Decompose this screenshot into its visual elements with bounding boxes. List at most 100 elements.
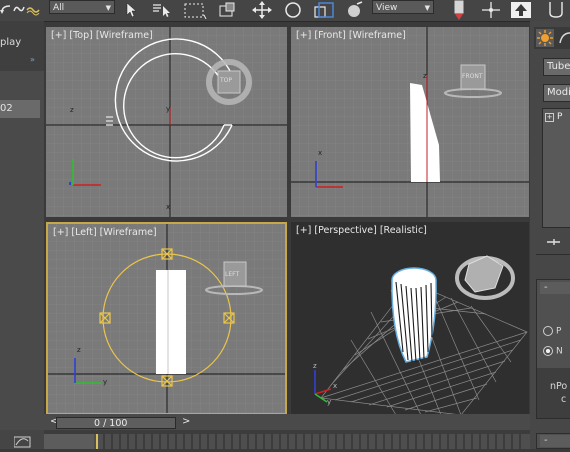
radio-button[interactable]: [543, 326, 553, 336]
modify-icon: [559, 32, 570, 44]
axis-label-y: y: [166, 105, 171, 113]
viewport-front[interactable]: [+] [Front] [Wireframe] FRONT z x: [291, 27, 529, 217]
rollout-collapse-glyph: -: [544, 282, 548, 293]
rollout-text-1: nPo: [550, 381, 568, 392]
use-pivot-center-icon[interactable]: [448, 0, 468, 20]
selection-filter-dropdown[interactable]: All ▼: [49, 0, 115, 14]
snaps-toggle-icon[interactable]: [510, 1, 532, 18]
viewport-point-of-view[interactable]: [Front]: [314, 30, 345, 41]
modifier-stack[interactable]: + P: [542, 108, 570, 228]
viewport-menu-button[interactable]: [+]: [296, 30, 311, 41]
modifier-list-dropdown[interactable]: Modif: [543, 84, 570, 102]
axis-label-y: y: [327, 398, 332, 406]
next-frame-button[interactable]: >: [182, 416, 190, 427]
axis-label-z: z: [77, 346, 81, 354]
left-panel-selected-item[interactable]: 02: [0, 100, 40, 118]
axis-label-z: z: [70, 106, 74, 114]
axis-label-x: x: [333, 382, 338, 390]
viewport-menu-button[interactable]: [+]: [296, 225, 311, 236]
left-panel-header: play »: [0, 21, 44, 71]
viewport-point-of-view[interactable]: [Top]: [69, 30, 92, 41]
command-panel-tabs: [534, 27, 570, 49]
radio-button-selected[interactable]: [543, 346, 553, 356]
select-and-place-icon[interactable]: [345, 0, 365, 18]
rollout-collapse-button[interactable]: -: [540, 282, 570, 294]
modifier-stack-item-label: P: [557, 112, 563, 122]
expand-plus-icon[interactable]: +: [545, 113, 554, 122]
viewport-top[interactable]: [+] [Top] [Wireframe] TOP y z x: [46, 27, 287, 217]
radio-option-2-label: N: [556, 346, 563, 357]
axis-label-x: x: [166, 203, 171, 211]
window-crossing-icon[interactable]: [218, 1, 236, 18]
modifier-stack-item[interactable]: + P: [545, 112, 562, 122]
axis-label-y: y: [103, 378, 108, 386]
viewport-left[interactable]: [+] [Left] [Wireframe] LEFT z y: [46, 222, 287, 415]
secondary-rollout: -: [536, 433, 570, 449]
select-and-rotate-icon[interactable]: [283, 1, 303, 18]
rollout-collapse-glyph: -: [544, 435, 548, 446]
create-tab[interactable]: [536, 29, 554, 47]
bind-space-warp-icon[interactable]: [26, 1, 40, 18]
expand-icon[interactable]: »: [30, 55, 35, 64]
time-slider-thumb[interactable]: 0 / 100: [56, 417, 176, 429]
tube-object-left-view: [156, 270, 186, 374]
pin-stack-icon[interactable]: [546, 237, 562, 247]
viewport-left-canvas: [48, 224, 285, 413]
radio-option-2[interactable]: N: [543, 346, 563, 357]
viewport-front-label[interactable]: [+] [Front] [Wireframe]: [296, 30, 409, 41]
track-bar[interactable]: [44, 430, 530, 449]
select-manipulate-icon[interactable]: [478, 1, 504, 18]
sun-icon: [537, 30, 553, 46]
viewport-shading-mode[interactable]: [Wireframe]: [96, 30, 153, 41]
modify-tab[interactable]: [556, 29, 570, 47]
rollout-subgroup: nPo c: [537, 368, 570, 418]
chevron-down-icon: ▼: [105, 4, 111, 12]
time-slider-frame-display: 0 / 100: [94, 418, 128, 429]
main-toolbar: All ▼ View ▼: [0, 0, 570, 22]
viewport-menu-button[interactable]: [+]: [53, 227, 68, 238]
select-by-name-icon[interactable]: [151, 1, 173, 18]
radio-option-1[interactable]: P: [543, 326, 561, 337]
object-name-field[interactable]: Tube: [543, 58, 570, 76]
reference-coordinate-value: View: [376, 3, 398, 13]
reference-coordinate-dropdown[interactable]: View ▼: [372, 0, 434, 14]
select-and-move-icon[interactable]: [250, 0, 274, 19]
command-panel: Tube Modif +P - P N nPo c -: [530, 21, 570, 449]
viewport-top-canvas: [46, 27, 287, 217]
rect-selection-region-icon[interactable]: [182, 1, 208, 19]
left-panel: play » 02: [0, 21, 44, 449]
viewport-top-label[interactable]: [+] [Top] [Wireframe]: [51, 30, 156, 41]
link-icon[interactable]: [13, 1, 25, 18]
viewcube-face-label[interactable]: FRONT: [462, 73, 483, 80]
viewport-shading-mode[interactable]: [Wireframe]: [349, 30, 406, 41]
undo-icon[interactable]: [0, 1, 12, 18]
parameters-rollout: - P N nPo c: [536, 279, 570, 419]
axis-label-z: z: [313, 362, 317, 370]
rollout-collapse-button[interactable]: -: [540, 435, 570, 447]
chevron-down-icon: ▼: [424, 4, 430, 12]
viewport-point-of-view[interactable]: [Perspective]: [314, 225, 376, 236]
radio-option-1-label: P: [556, 326, 562, 337]
viewport-front-canvas: [291, 27, 529, 217]
viewport-point-of-view[interactable]: [Left]: [71, 227, 96, 238]
viewport-perspective-label[interactable]: [+] [Perspective] [Realistic]: [296, 225, 430, 236]
axis-label-z: z: [423, 72, 427, 80]
viewport-left-label[interactable]: [+] [Left] [Wireframe]: [53, 227, 160, 238]
viewport-perspective[interactable]: [+] [Perspective] [Realistic] z x y: [291, 222, 529, 415]
viewport-menu-button[interactable]: [+]: [51, 30, 66, 41]
viewport-perspective-canvas: [291, 222, 529, 415]
track-bar-ticks: [44, 434, 530, 449]
mirror-icon[interactable]: [546, 1, 568, 18]
rollout-text-2: c: [561, 394, 567, 405]
selection-filter-value: All: [53, 3, 65, 13]
select-object-icon[interactable]: [124, 1, 138, 18]
viewcube-face-label[interactable]: TOP: [220, 77, 232, 84]
select-and-scale-icon[interactable]: [313, 1, 337, 18]
viewcube-face-label[interactable]: LEFT: [225, 271, 239, 278]
axis-label-x: x: [318, 149, 323, 157]
bottom-left-area: [0, 430, 44, 449]
viewport-shading-mode[interactable]: [Realistic]: [380, 225, 427, 236]
viewport-shading-mode[interactable]: [Wireframe]: [100, 227, 157, 238]
divider: [536, 254, 570, 255]
left-panel-label: play: [0, 37, 22, 48]
